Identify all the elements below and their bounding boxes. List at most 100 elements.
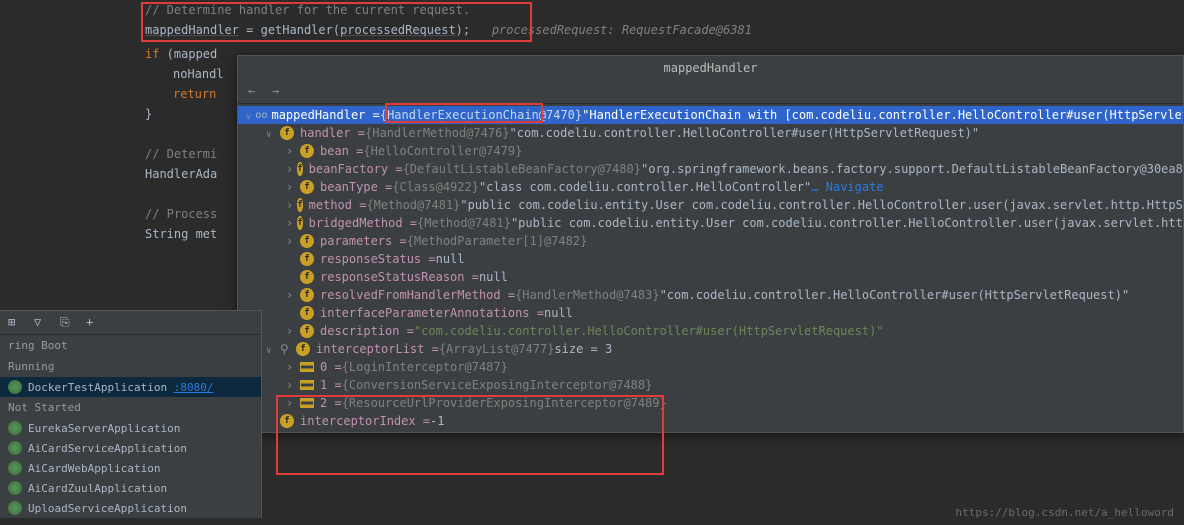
field-icon (300, 324, 314, 338)
grid-icon[interactable]: ⊞ (8, 315, 24, 331)
app-icon (8, 421, 22, 435)
field-icon (296, 342, 310, 356)
field-icon (300, 252, 314, 266)
variable-name: handler = (300, 126, 365, 140)
field-icon (297, 198, 302, 212)
pin-icon: ⚲ (280, 342, 292, 356)
tree-row[interactable]: description = "com.codeliu.controller.He… (238, 322, 1183, 340)
variable-name: interceptorList = (316, 342, 439, 356)
tree-row[interactable]: beanFactory = {DefaultListableBeanFactor… (238, 160, 1183, 178)
app-icon (8, 461, 22, 475)
array-element-icon (300, 362, 314, 372)
app-icon (8, 380, 22, 394)
field-icon (300, 288, 314, 302)
tree-row[interactable]: bean = {HelloController@7479} (238, 142, 1183, 160)
variable-name: description = (320, 324, 414, 338)
field-icon (280, 126, 294, 140)
sidebar-item[interactable]: AiCardZuulApplication (0, 478, 261, 498)
variable-name: bridgedMethod = (309, 216, 417, 230)
chevron-right-icon[interactable] (286, 234, 296, 248)
variable-name: beanType = (320, 180, 392, 194)
back-icon[interactable]: ← (248, 84, 264, 100)
sidebar-item[interactable]: AiCardServiceApplication (0, 438, 261, 458)
chevron-right-icon[interactable] (286, 360, 296, 374)
object-icon: oo (255, 110, 267, 121)
forward-icon[interactable]: → (272, 84, 288, 100)
tree-row[interactable]: 0 = {LoginInterceptor@7487} (238, 358, 1183, 376)
debug-variables-popup[interactable]: mappedHandler ← → oo mappedHandler = {Ha… (237, 55, 1184, 433)
variable-name: method = (309, 198, 367, 212)
chevron-down-icon[interactable] (266, 342, 276, 356)
popup-toolbar: ← → (238, 80, 1183, 104)
comment-line: // Determine handler for the current req… (145, 3, 470, 17)
chevron-right-icon[interactable] (286, 324, 296, 338)
variable-name: bean = (320, 144, 363, 158)
chevron-right-icon[interactable] (286, 180, 296, 194)
field-icon (297, 162, 302, 176)
chevron-down-icon[interactable] (246, 108, 251, 122)
sidebar-item[interactable]: UploadServiceApplication (0, 498, 261, 518)
tree-row[interactable]: interfaceParameterAnnotations = null (238, 304, 1183, 322)
field-icon (280, 414, 294, 428)
filter-icon[interactable]: ▽ (34, 315, 50, 331)
tree-row[interactable]: handler = {HandlerMethod@7476} "com.code… (238, 124, 1183, 142)
field-icon (300, 144, 314, 158)
running-header: Running (0, 356, 261, 377)
diff-icon[interactable]: ⎘ (60, 315, 76, 331)
sidebar-toolbar: ⊞ ▽ ⎘ + (0, 311, 261, 335)
variable-tree[interactable]: oo mappedHandler = {HandlerExecutionChai… (238, 104, 1183, 432)
app-icon (8, 441, 22, 455)
variable-name: 1 = (320, 378, 342, 392)
chevron-right-icon[interactable] (286, 198, 293, 212)
section-header: ring Boot (0, 335, 261, 356)
chevron-right-icon[interactable] (286, 288, 296, 302)
field-icon (300, 306, 314, 320)
tree-root-row[interactable]: oo mappedHandler = {HandlerExecutionChai… (238, 106, 1183, 124)
variable-name: parameters = (320, 234, 407, 248)
sidebar-item-docker[interactable]: DockerTestApplication :8080/ (0, 377, 261, 397)
tree-row[interactable]: parameters = {MethodParameter[1]@7482} (238, 232, 1183, 250)
array-element-icon (300, 380, 314, 390)
view-link[interactable]: … Navigate (811, 180, 883, 194)
chevron-right-icon[interactable] (286, 162, 293, 176)
tree-row[interactable]: responseStatusReason = null (238, 268, 1183, 286)
tree-row[interactable]: ⚲interceptorList = {ArrayList@7477} size… (238, 340, 1183, 358)
variable-name: beanFactory = (309, 162, 403, 176)
popup-title: mappedHandler (238, 56, 1183, 80)
sidebar-item[interactable]: EurekaServerApplication (0, 418, 261, 438)
tree-row[interactable]: method = {Method@7481} "public com.codel… (238, 196, 1183, 214)
app-icon (8, 501, 22, 515)
variable-name: responseStatusReason = (320, 270, 479, 284)
field-icon (300, 234, 314, 248)
inline-hint: processedRequest: RequestFacade@6381 (492, 23, 752, 37)
tree-row[interactable]: bridgedMethod = {Method@7481} "public co… (238, 214, 1183, 232)
variable-name: 0 = (320, 360, 342, 374)
add-icon[interactable]: + (86, 315, 102, 331)
chevron-right-icon[interactable] (286, 144, 296, 158)
field-icon (300, 270, 314, 284)
tree-row[interactable]: resolvedFromHandlerMethod = {HandlerMeth… (238, 286, 1183, 304)
watermark: https://blog.csdn.net/a_helloword (955, 506, 1174, 519)
array-element-icon (300, 398, 314, 408)
variable-name: interfaceParameterAnnotations = (320, 306, 544, 320)
notstarted-header: Not Started (0, 397, 261, 418)
chevron-right-icon[interactable] (286, 378, 296, 392)
tree-row[interactable]: interceptorIndex = -1 (238, 412, 1183, 430)
tree-row[interactable]: beanType = {Class@4922} "class com.codel… (238, 178, 1183, 196)
services-sidebar[interactable]: ⊞ ▽ ⎘ + ring Boot Running DockerTestAppl… (0, 310, 262, 518)
tree-row[interactable]: responseStatus = null (238, 250, 1183, 268)
tree-row[interactable]: 1 = {ConversionServiceExposingIntercepto… (238, 376, 1183, 394)
variable-name: 2 = (320, 396, 342, 410)
chevron-down-icon[interactable] (266, 126, 276, 140)
sidebar-item[interactable]: AiCardWebApplication (0, 458, 261, 478)
tree-row[interactable]: 2 = {ResourceUrlProviderExposingIntercep… (238, 394, 1183, 412)
field-icon (297, 216, 302, 230)
variable-name: interceptorIndex = (300, 414, 430, 428)
variable-name: responseStatus = (320, 252, 436, 266)
chevron-right-icon[interactable] (286, 396, 296, 410)
port-link[interactable]: :8080/ (174, 381, 214, 394)
app-icon (8, 481, 22, 495)
chevron-right-icon[interactable] (286, 216, 293, 230)
variable-name: resolvedFromHandlerMethod = (320, 288, 515, 302)
field-icon (300, 180, 314, 194)
